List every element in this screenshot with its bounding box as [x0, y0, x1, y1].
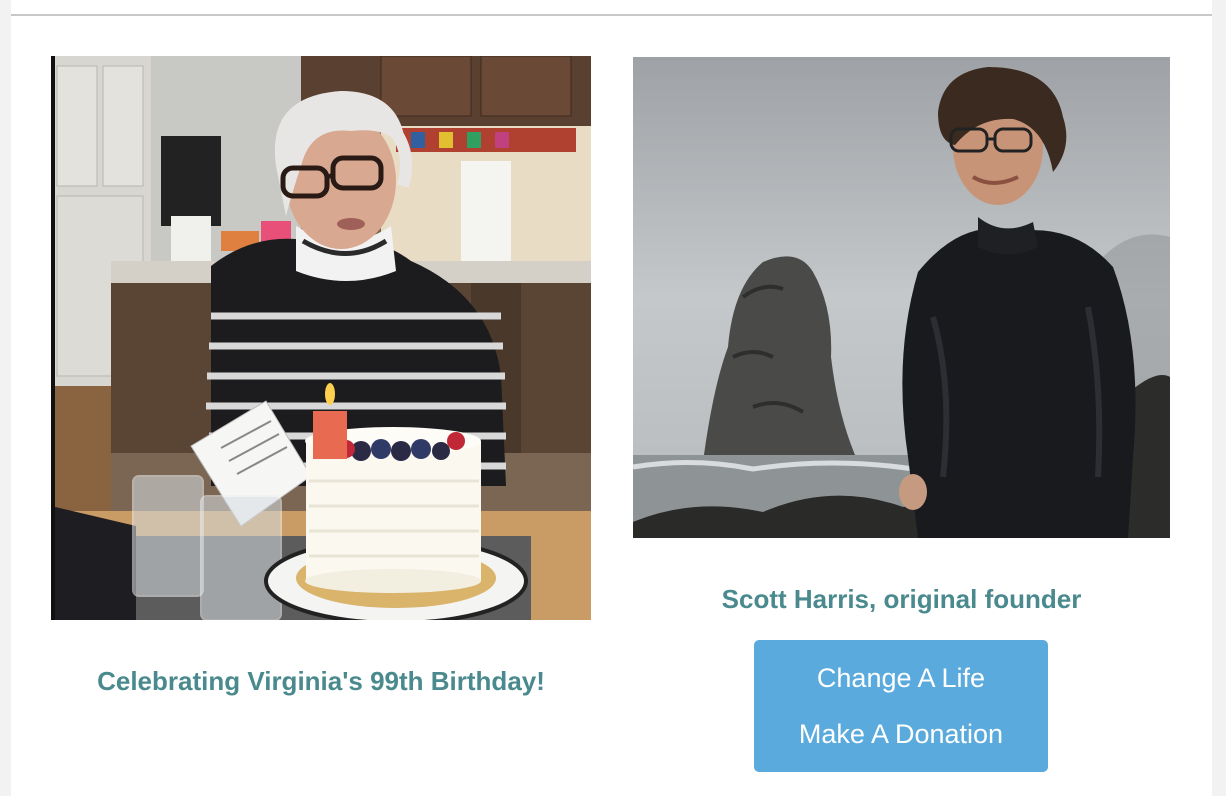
divider [11, 14, 1212, 16]
donate-button-line-2: Make A Donation [798, 719, 1004, 749]
donate-button[interactable]: Change A Life Make A Donation [754, 640, 1048, 772]
founder-photo [633, 57, 1170, 538]
donate-button-line-1: Change A Life [816, 663, 986, 693]
birthday-caption: Celebrating Virginia's 99th Birthday! [97, 666, 545, 696]
email-content: Celebrating Virginia's 99th Birthday! Sc… [11, 0, 1212, 796]
founder-caption: Scott Harris, original founder [721, 584, 1082, 614]
birthday-photo [51, 56, 591, 620]
